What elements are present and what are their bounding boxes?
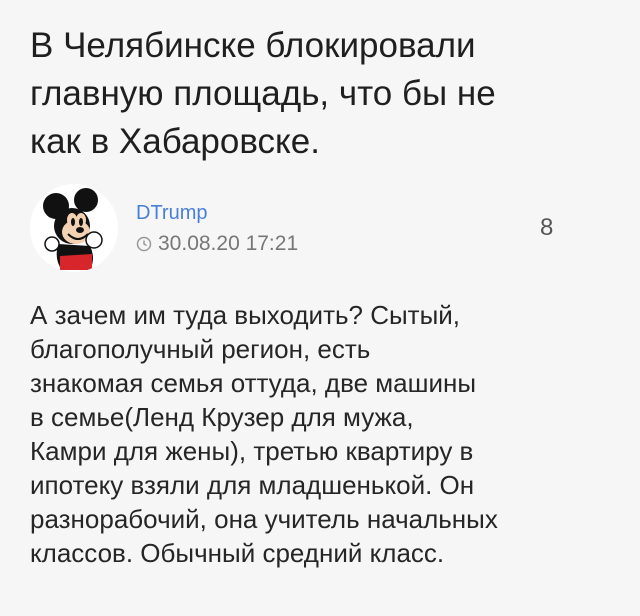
user-avatar[interactable] [30,184,118,272]
post-timestamp: 30.08.20 17:21 [136,232,298,256]
mickey-mouse-avatar [30,184,118,272]
author-block: DTrump 30.08.20 17:21 8 [30,180,590,276]
clock-icon [136,236,152,252]
post-time-text: 30.08.20 17:21 [158,232,299,255]
post-body: А зачем им туда выходить? Сытый, благопо… [30,300,498,568]
author-name-link[interactable]: DTrump [136,202,207,225]
comment-count[interactable]: 8 [540,214,553,242]
post-title: В Челябинске блокировали главную площадь… [30,26,496,161]
